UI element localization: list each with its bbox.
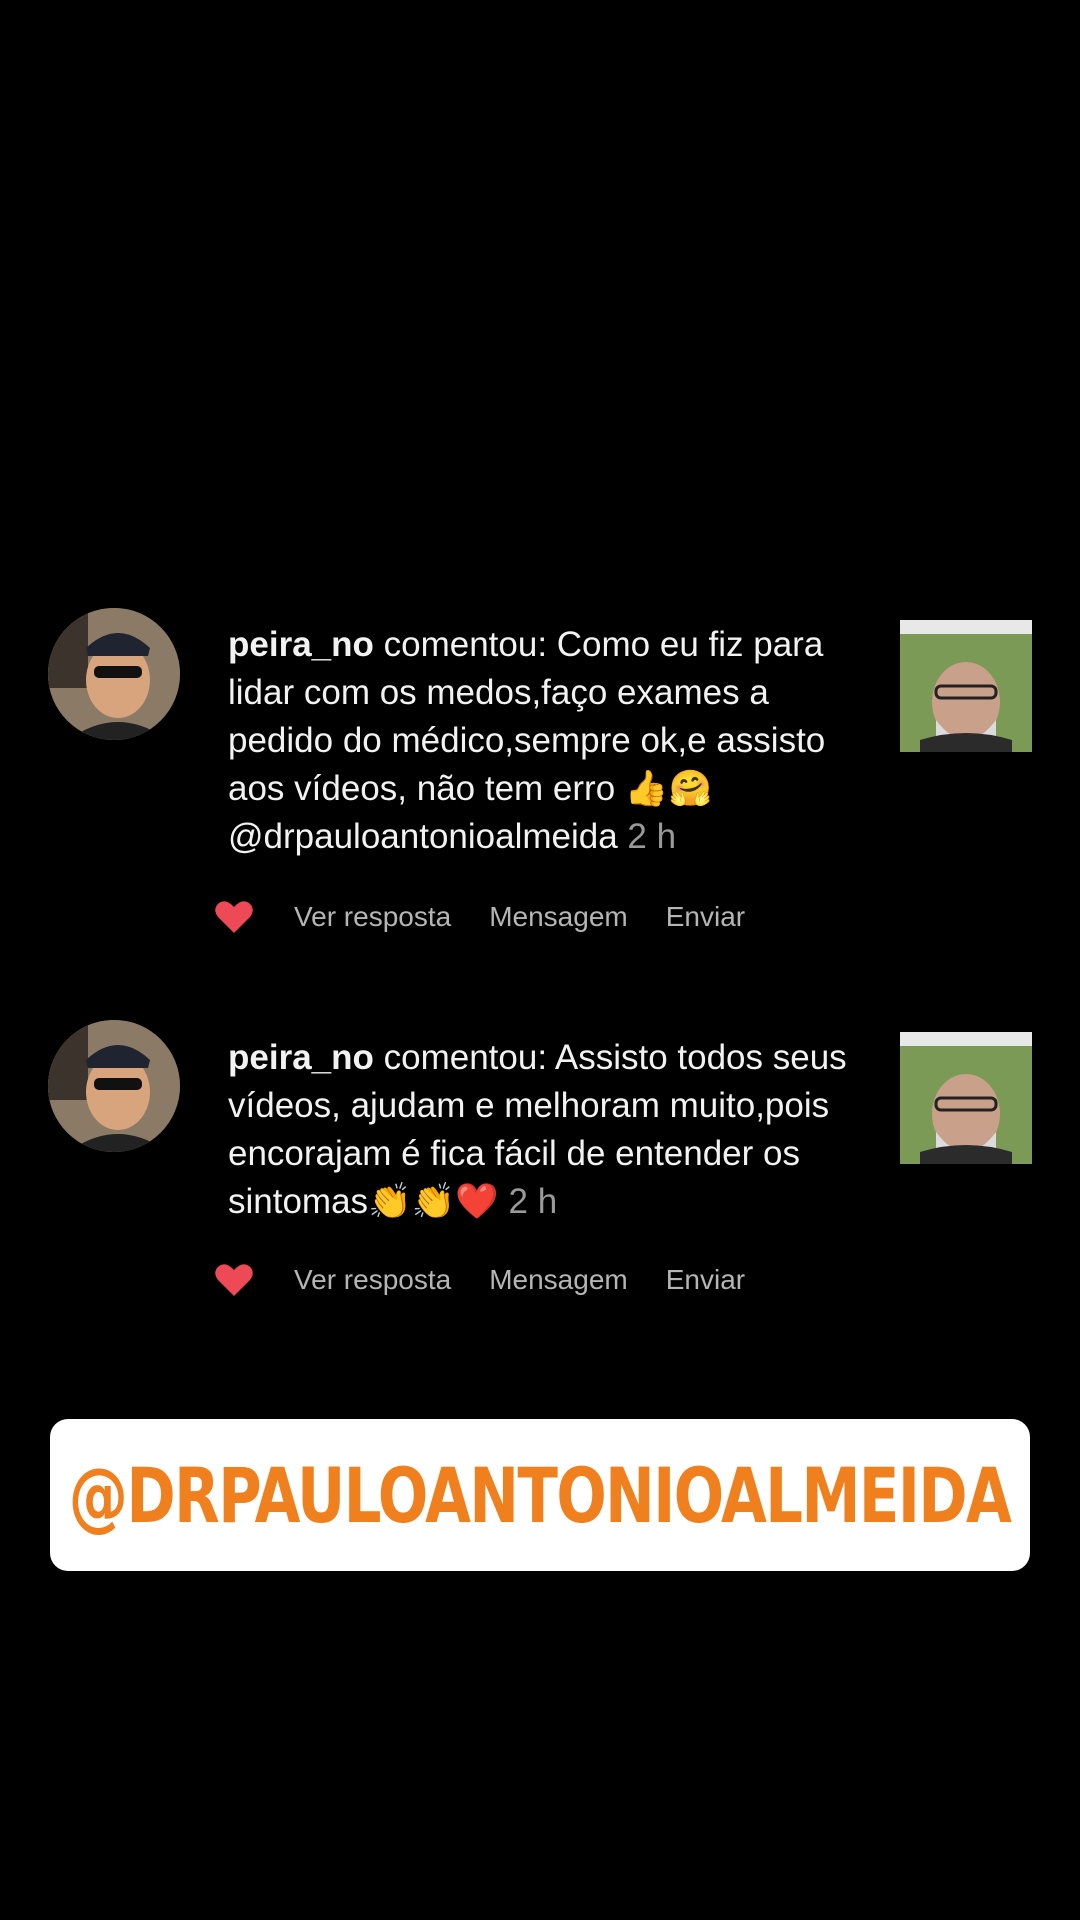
comment-timestamp: 2 h bbox=[508, 1182, 558, 1221]
message-link[interactable]: Mensagem bbox=[489, 901, 628, 933]
thumbnail-photo bbox=[900, 620, 1032, 752]
heart-icon[interactable] bbox=[214, 1262, 254, 1298]
message-link[interactable]: Mensagem bbox=[489, 1264, 628, 1296]
comment-text: peira_no comentou: Como eu fiz para lida… bbox=[228, 621, 868, 861]
send-link[interactable]: Enviar bbox=[666, 901, 745, 933]
comment-action: comentou: bbox=[373, 625, 557, 664]
comment-text: peira_no comentou: Assisto todos seus ví… bbox=[228, 1034, 868, 1226]
avatar[interactable] bbox=[48, 608, 180, 740]
heart-icon[interactable] bbox=[214, 899, 254, 935]
reply-link[interactable]: Ver resposta bbox=[294, 1264, 451, 1296]
avatar[interactable] bbox=[48, 1020, 180, 1152]
comment-username[interactable]: peira_no bbox=[228, 625, 374, 664]
mention-sticker-text: @DRPAULOANTONIOALMEIDA bbox=[69, 1450, 1012, 1540]
comment-timestamp: 2 h bbox=[627, 817, 677, 856]
post-thumbnail[interactable] bbox=[900, 1032, 1032, 1164]
reply-link[interactable]: Ver resposta bbox=[294, 901, 451, 933]
avatar-photo bbox=[48, 608, 180, 740]
comment-username[interactable]: peira_no bbox=[228, 1038, 374, 1077]
avatar-photo bbox=[48, 1020, 180, 1152]
send-link[interactable]: Enviar bbox=[666, 1264, 745, 1296]
comment-action: comentou: bbox=[373, 1038, 555, 1077]
thumbnail-photo bbox=[900, 1032, 1032, 1164]
post-thumbnail[interactable] bbox=[900, 620, 1032, 752]
comment-actions: Ver resposta Mensagem Enviar bbox=[214, 897, 783, 937]
comment-actions: Ver resposta Mensagem Enviar bbox=[214, 1260, 783, 1300]
mention-sticker[interactable]: @DRPAULOANTONIOALMEIDA bbox=[50, 1419, 1030, 1571]
